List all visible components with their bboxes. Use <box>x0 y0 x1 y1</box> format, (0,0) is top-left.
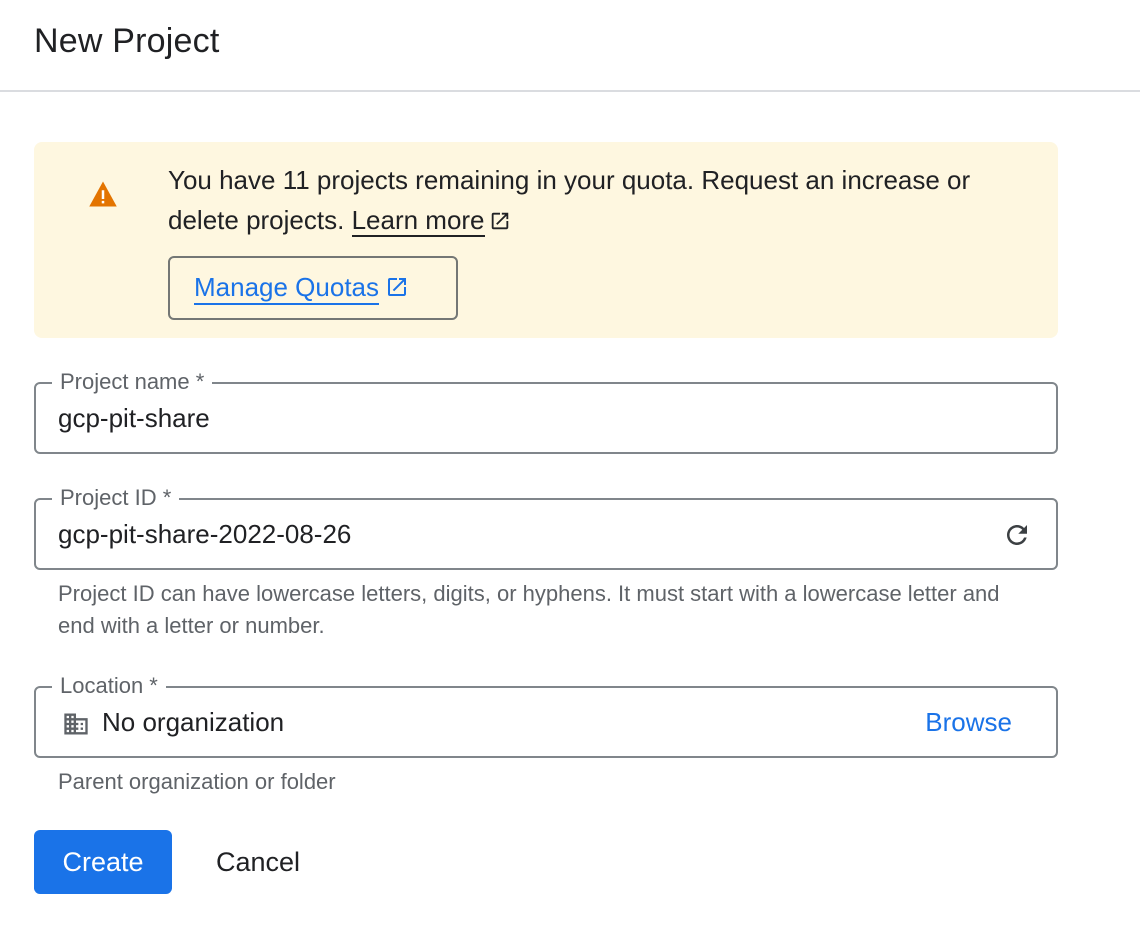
domain-building-icon <box>64 713 88 735</box>
quota-message: You have 11 projects remaining in your q… <box>168 160 1028 240</box>
open-in-new-icon <box>388 278 407 296</box>
open-in-new-icon <box>491 212 508 230</box>
create-button[interactable]: Create <box>34 830 172 894</box>
project-id-hint: Project ID can have lowercase letters, d… <box>58 581 1000 638</box>
cancel-button[interactable]: Cancel <box>196 830 320 894</box>
page-title: New Project <box>34 22 220 60</box>
project-id-field[interactable]: Project ID * gcp-pit-share-2022-08-26 <box>34 484 1058 570</box>
quota-warning-banner: You have 11 projects remaining in your q… <box>34 142 1058 338</box>
manage-quotas-button[interactable]: Manage Quotas <box>168 256 458 320</box>
project-name-input[interactable]: gcp-pit-share <box>58 384 958 452</box>
manage-quotas-label: Manage Quotas <box>194 272 380 305</box>
location-field[interactable]: Location * No organization Browse <box>34 672 1058 758</box>
location-value: No organization <box>102 707 285 737</box>
project-id-input[interactable]: gcp-pit-share-2022-08-26 <box>58 500 958 568</box>
quota-message-text: You have 11 projects remaining in your q… <box>168 165 971 235</box>
location-hint: Parent organization or folder <box>58 769 336 794</box>
dialog-header: New Project <box>0 0 1140 92</box>
browse-button[interactable]: Browse <box>925 688 1012 756</box>
learn-more-label: Learn more <box>351 205 485 235</box>
project-name-field[interactable]: Project name * gcp-pit-share <box>34 368 1058 454</box>
warning-icon <box>89 181 117 207</box>
refresh-icon[interactable] <box>1002 520 1032 550</box>
learn-more-link[interactable]: Learn more <box>351 205 485 237</box>
